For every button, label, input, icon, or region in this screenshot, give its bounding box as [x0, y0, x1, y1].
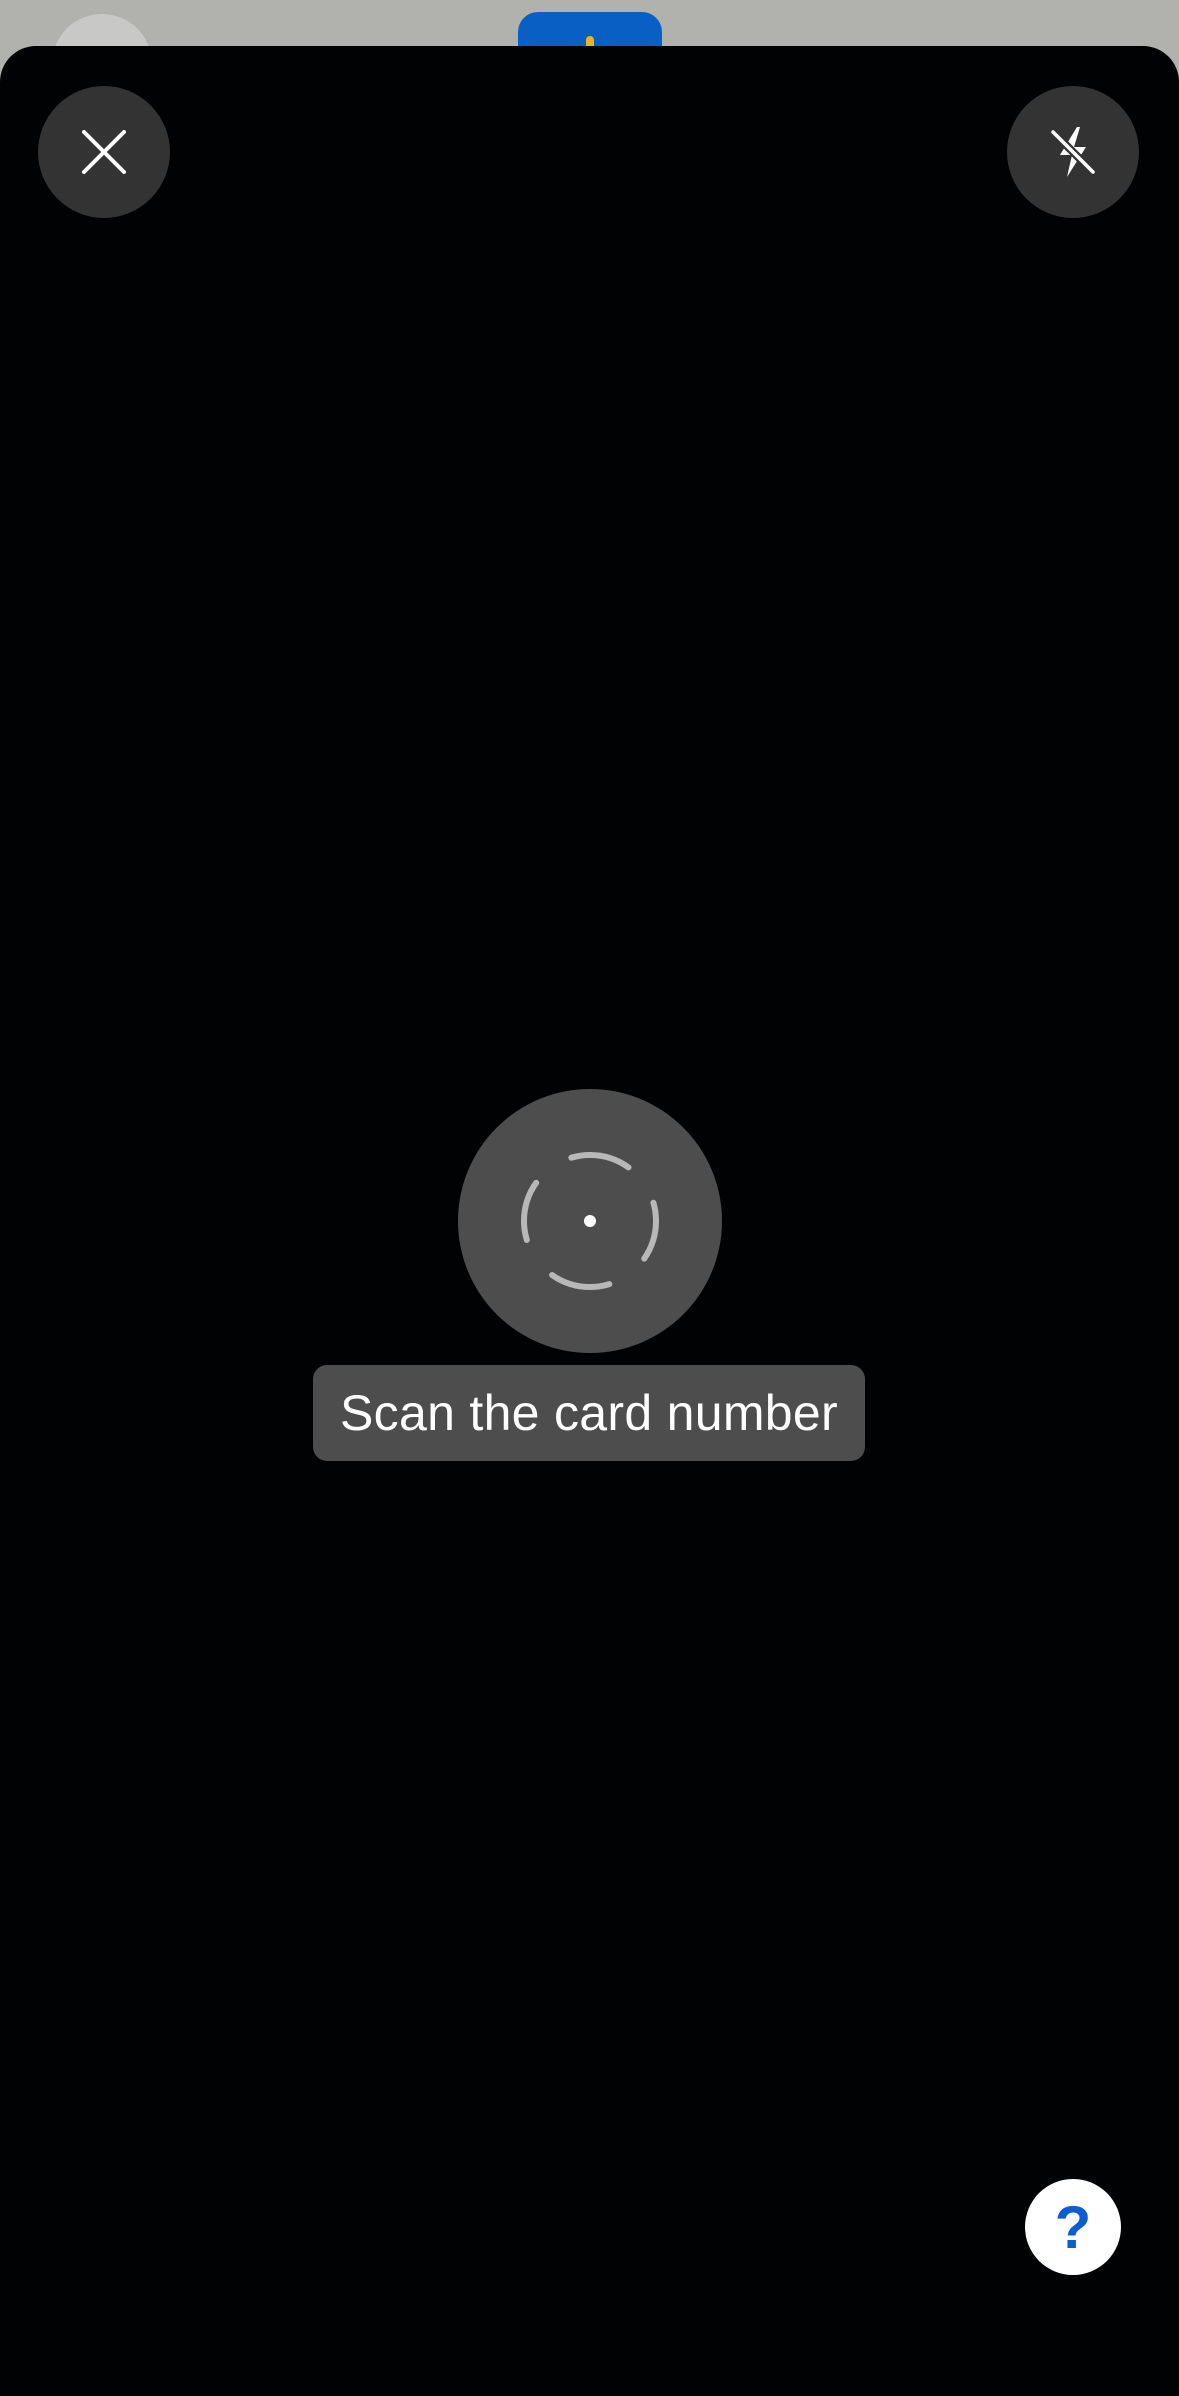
- close-button[interactable]: [38, 86, 170, 218]
- flash-toggle-button[interactable]: [1007, 86, 1139, 218]
- close-icon: [82, 130, 126, 174]
- scan-indicator: [458, 1089, 722, 1353]
- help-button[interactable]: ?: [1025, 2179, 1121, 2275]
- scan-reticle-icon: [521, 1152, 659, 1290]
- camera-scanner-sheet: Scan the card number ?: [0, 46, 1179, 2396]
- help-icon: ?: [1054, 2193, 1092, 2261]
- scan-instruction: Scan the card number: [313, 1365, 865, 1461]
- flash-off-icon: [1049, 127, 1097, 177]
